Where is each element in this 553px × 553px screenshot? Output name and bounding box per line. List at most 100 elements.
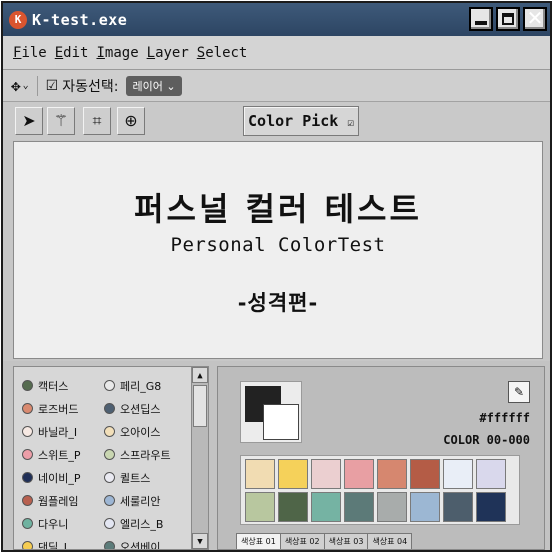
color-swatch-chip[interactable] [410,459,440,489]
arrow-tool-button[interactable]: ➤ [15,107,43,135]
color-swatch-chip[interactable] [377,459,407,489]
color-code: COLOR 00-000 [443,433,530,447]
bottom-panels: 캑터스 페리_G8 로즈버드 오션딥스바닐라_I 오아이스스위트_P 스프라우트네이비_P… [3,361,550,550]
list-item-label: 네이비_P [38,471,81,485]
eyedropper-icon: ✎ [513,385,525,399]
swatch-grid [240,455,520,525]
list-item[interactable]: 바닐라_I [22,423,104,440]
canvas-title: 퍼스널 컬러 테스트 [134,190,422,228]
list-item-label: 다우니 [38,517,69,531]
color-swatch-chip[interactable] [311,459,341,489]
target-tool-button[interactable]: ⊕ [117,107,145,135]
tab-palette-2[interactable]: 색상표 02 [279,533,325,549]
background-swatch[interactable] [263,404,299,440]
eyedropper-button[interactable]: ✎ [508,381,530,403]
list-item[interactable]: 퀼트스 [104,469,192,486]
color-dot-icon [22,518,33,529]
crop-tool-button[interactable]: ⌗ [83,107,111,135]
list-scrollbar[interactable]: ▲ ▼ [191,367,208,549]
color-swatch-chip[interactable] [476,492,506,522]
layer-dropdown[interactable]: 레이어 ⌄ [126,75,182,96]
color-swatch-chip[interactable] [245,459,275,489]
list-item[interactable]: 웜플레임 [22,492,104,509]
list-item[interactable]: 페리_G8 [104,377,192,394]
title-bar[interactable]: K K-test.exe ✕ [3,3,550,36]
menu-select[interactable]: Select [197,45,248,61]
maximize-icon [502,13,514,25]
list-item[interactable]: 스프라우트 [104,446,192,463]
list-item[interactable]: 캑터스 [22,377,104,394]
color-swatch-chip[interactable] [377,492,407,522]
color-swatch-chip[interactable] [344,492,374,522]
menu-file[interactable]: File [13,45,47,61]
color-dot-icon [104,495,115,506]
canvas-area[interactable]: 퍼스널 컬러 테스트 Personal ColorTest -성격편- [13,141,543,359]
color-dot-icon [104,380,115,391]
list-item[interactable]: 오아이스 [104,423,192,440]
menu-layer[interactable]: Layer [147,45,189,61]
magic-wand-tool-button[interactable]: ⚚ [47,107,75,135]
color-pick-button[interactable]: Color Pick ☑ [243,106,359,136]
color-swatch-chip[interactable] [344,459,374,489]
list-item[interactable]: 스위트_P [22,446,104,463]
color-dot-icon [104,541,115,549]
list-item-label: 바닐라_I [38,425,78,439]
list-item-label: 오아이스 [120,425,161,439]
color-swatch-chip[interactable] [443,459,473,489]
close-icon: ✕ [526,6,544,30]
auto-select-label: 자동선택: [62,78,119,95]
auto-select-option: ☑ 자동선택: 레이어 ⌄ [46,75,182,96]
app-logo-icon: K [9,10,27,29]
list-item-label: 캑터스 [38,379,69,393]
list-item[interactable]: 댄딜_L [22,538,104,549]
color-pick-label: Color Pick [248,112,339,130]
canvas-subtitle: Personal ColorTest [170,234,386,256]
auto-select-checkbox[interactable]: ☑ [46,78,59,94]
window-title: K-test.exe [32,10,128,29]
fg-bg-swatches [240,381,302,443]
color-dot-icon [22,449,33,460]
move-tool-button[interactable]: ✥ ⌄ [11,75,38,96]
list-item-label: 세룰리안 [120,494,161,508]
color-swatch-chip[interactable] [311,492,341,522]
minimize-button[interactable] [469,7,493,31]
list-item[interactable]: 로즈버드 [22,400,104,417]
maximize-button[interactable] [496,7,520,31]
close-button[interactable]: ✕ [523,7,547,31]
scroll-down-arrow-icon[interactable]: ▼ [192,533,208,549]
list-item[interactable]: 오션딥스 [104,400,192,417]
canvas-tag: -성격편- [237,291,319,315]
list-item[interactable]: 엘리스_B [104,515,192,532]
scroll-thumb[interactable] [193,385,207,427]
list-item[interactable]: 다우니 [22,515,104,532]
list-item-label: 페리_G8 [120,379,162,393]
color-dot-icon [104,518,115,529]
tab-palette-1[interactable]: 색상표 01 [236,533,281,549]
scroll-up-arrow-icon[interactable]: ▲ [192,367,208,383]
chevron-down-icon: ⌄ [22,80,29,91]
color-dot-icon [22,380,33,391]
palette-tabs: 색상표 01 색상표 02 색상표 03 색상표 04 [236,533,413,549]
target-icon: ⊕ [124,111,138,130]
minimize-icon [475,21,487,25]
menu-edit[interactable]: Edit [55,45,89,61]
magic-wand-icon: ⚚ [53,111,69,130]
list-item-label: 엘리스_B [120,517,164,531]
color-swatch-chip[interactable] [278,459,308,489]
menu-image[interactable]: Image [96,45,138,61]
list-item-label: 퀼트스 [120,471,151,485]
color-swatch-chip[interactable] [476,459,506,489]
color-dot-icon [22,495,33,506]
list-item[interactable]: 네이비_P [22,469,104,486]
color-swatch-chip[interactable] [278,492,308,522]
list-item[interactable]: 오션베이 [104,538,192,549]
color-swatch-chip[interactable] [443,492,473,522]
move-icon: ✥ [11,76,21,95]
color-swatch-chip[interactable] [410,492,440,522]
color-dot-icon [104,449,115,460]
tab-palette-3[interactable]: 색상표 03 [323,533,369,549]
list-item[interactable]: 세룰리안 [104,492,192,509]
app-window: K K-test.exe ✕ File Edit Image Layer Sel… [1,1,552,552]
color-swatch-chip[interactable] [245,492,275,522]
tab-palette-4[interactable]: 색상표 04 [367,533,413,549]
